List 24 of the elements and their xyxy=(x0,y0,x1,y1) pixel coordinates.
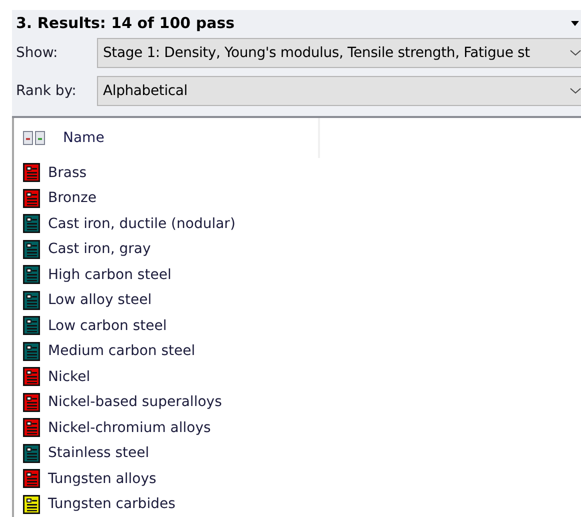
material-name[interactable]: Medium carbon steel xyxy=(48,343,196,360)
material-name[interactable]: Cast iron, gray xyxy=(48,241,151,258)
material-name[interactable]: Nickel xyxy=(48,368,90,385)
material-name[interactable]: High carbon steel xyxy=(48,266,172,283)
material-name[interactable]: Nickel-chromium alloys xyxy=(48,420,211,436)
columns-icon[interactable] xyxy=(23,131,45,145)
material-name[interactable]: Low alloy steel xyxy=(48,292,152,308)
material-name[interactable]: Tungsten alloys xyxy=(48,470,156,487)
field-label: Rank by: xyxy=(16,83,78,99)
dropdown-triangle-icon[interactable] xyxy=(571,20,579,26)
material-name[interactable]: Tungsten carbides xyxy=(48,496,176,512)
material-name[interactable]: Low carbon steel xyxy=(48,318,167,334)
material-name[interactable]: Nickel-based superalloys xyxy=(48,394,222,410)
material-name[interactable]: Cast iron, ductile (nodular) xyxy=(48,216,236,232)
panel-title: 3. Results: 14 of 100 pass xyxy=(16,14,235,32)
column-header[interactable]: Name xyxy=(63,130,104,146)
material-name[interactable]: Bronze xyxy=(48,190,96,206)
rank-by-dropdown[interactable]: Alphabetical xyxy=(97,76,581,106)
chevron-down-icon xyxy=(570,88,581,94)
chevron-down-icon xyxy=(570,50,581,56)
show-dropdown[interactable]: Stage 1: Density, Young's modulus, Tensile strength, Fatigue st xyxy=(97,38,581,68)
material-name[interactable]: Stainless steel xyxy=(48,445,150,462)
material-name[interactable]: Brass xyxy=(48,164,87,181)
field-label: Show: xyxy=(16,45,59,61)
